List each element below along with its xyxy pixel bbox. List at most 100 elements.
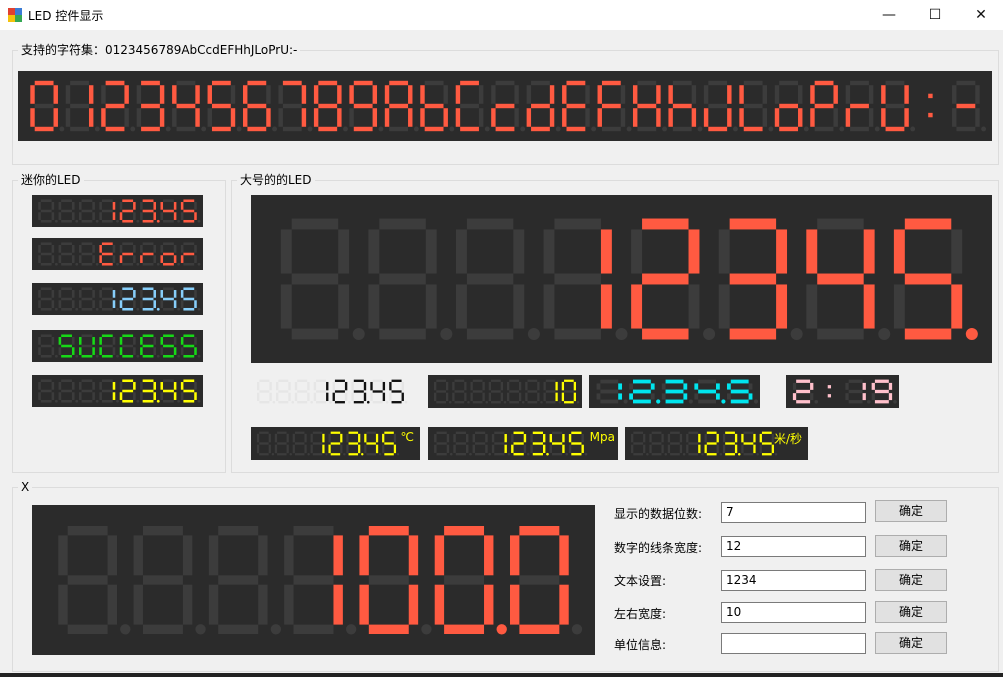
led-digit-3 bbox=[136, 80, 171, 132]
line-width-input[interactable]: 12 bbox=[721, 536, 866, 557]
led-digit-off bbox=[38, 287, 58, 311]
led-digit-off bbox=[58, 242, 79, 266]
led-digit-3 bbox=[351, 379, 370, 404]
led-digit-off bbox=[256, 431, 275, 456]
led-digit-c bbox=[491, 80, 526, 132]
text-setting-label: 文本设置: bbox=[614, 574, 667, 588]
led-digit-5 bbox=[180, 379, 201, 403]
led-digit-1 bbox=[845, 379, 871, 404]
led-digit-off bbox=[507, 379, 525, 404]
led-digit-o bbox=[774, 80, 809, 132]
led-digit-2 bbox=[704, 431, 723, 456]
led-digit-off bbox=[58, 526, 131, 635]
led-digit-off bbox=[294, 379, 313, 404]
maximize-button[interactable]: ☐ bbox=[912, 0, 958, 30]
led-mini3-svg bbox=[38, 287, 201, 311]
text-setting-ok-button[interactable]: 确定 bbox=[875, 569, 947, 591]
led-digit-3 bbox=[530, 431, 549, 456]
led-digit-4 bbox=[160, 287, 181, 311]
led-digit-L bbox=[739, 80, 774, 132]
led-mini-error bbox=[32, 238, 203, 270]
led-digit-5 bbox=[180, 287, 201, 311]
led-digit-r bbox=[180, 242, 201, 266]
led-digit-off bbox=[452, 379, 470, 404]
led-digit-off bbox=[78, 287, 99, 311]
led-digit-1 bbox=[543, 379, 562, 404]
led-digit-0 bbox=[509, 526, 583, 635]
led-cyan-display bbox=[589, 375, 760, 408]
close-button[interactable]: ✕ bbox=[958, 0, 1003, 30]
led-digit-2 bbox=[119, 379, 140, 403]
led-digit-H bbox=[632, 80, 667, 132]
led-digit-5 bbox=[389, 379, 408, 404]
led-digit-off bbox=[78, 379, 99, 403]
led-light-display bbox=[251, 375, 410, 408]
maximize-icon: ☐ bbox=[928, 7, 942, 23]
led-digit-off bbox=[667, 431, 686, 456]
led-digit-C bbox=[455, 80, 490, 132]
led-digit-3 bbox=[140, 287, 160, 311]
led-digit-o bbox=[160, 242, 181, 266]
led-digit-2 bbox=[511, 431, 530, 456]
led-mini5-svg bbox=[38, 379, 201, 403]
led-mpa-display: Mpa bbox=[428, 427, 618, 460]
led-digit-8 bbox=[313, 80, 348, 132]
digits-count-input[interactable]: 7 bbox=[721, 502, 866, 523]
led-digit-off bbox=[58, 287, 79, 311]
led-clock-display bbox=[786, 375, 899, 408]
led-digit-off bbox=[453, 431, 472, 456]
taskbar-edge bbox=[0, 673, 1003, 677]
minimize-button[interactable]: — bbox=[866, 0, 912, 30]
unit-info-label: 单位信息: bbox=[614, 638, 667, 652]
led-big-svg bbox=[280, 218, 978, 341]
led-digit-off bbox=[455, 218, 540, 341]
led-digit-1 bbox=[543, 218, 628, 341]
unit-info-input[interactable] bbox=[721, 633, 866, 654]
digits-count-ok-button[interactable]: 确定 bbox=[875, 500, 947, 522]
led-digit-5 bbox=[893, 218, 978, 341]
led-digit-2 bbox=[119, 287, 140, 311]
lr-width-ok-button[interactable]: 确定 bbox=[875, 601, 947, 623]
led-mini-success bbox=[32, 330, 203, 362]
led-digit-4 bbox=[806, 218, 891, 341]
led-digit-1 bbox=[313, 379, 332, 404]
large-led-group-label: 大号的的LED bbox=[237, 173, 315, 187]
led-digit-2 bbox=[631, 218, 716, 341]
led-digit-9 bbox=[871, 379, 897, 404]
led-digit-1 bbox=[284, 526, 357, 635]
led-digit-5 bbox=[180, 199, 201, 223]
led-cyan-svg bbox=[596, 379, 759, 404]
line-width-ok-button[interactable]: 确定 bbox=[875, 535, 947, 557]
lr-width-input[interactable]: 10 bbox=[721, 602, 866, 623]
led-digit-off bbox=[434, 379, 452, 404]
text-setting-input[interactable]: 1234 bbox=[721, 570, 866, 591]
led-digit-3 bbox=[718, 218, 803, 341]
led-digit-E bbox=[140, 334, 160, 358]
led-digit-off bbox=[525, 379, 543, 404]
led-digit-off bbox=[257, 379, 276, 404]
led-digit-0 bbox=[30, 80, 65, 132]
unit-info-ok-button[interactable]: 确定 bbox=[875, 632, 947, 654]
led-mini-5 bbox=[32, 375, 203, 407]
led-digit-5 bbox=[568, 431, 588, 456]
led-digit-off bbox=[292, 431, 310, 456]
minimize-icon: — bbox=[882, 7, 896, 23]
led-digit-colon bbox=[928, 93, 933, 118]
mpa-unit: Mpa bbox=[589, 430, 615, 444]
led-digit-6 bbox=[243, 80, 277, 132]
led-digit-5 bbox=[207, 80, 242, 132]
led-digit-r bbox=[119, 242, 140, 266]
led-digit-h bbox=[668, 80, 703, 132]
led-digit-S bbox=[160, 334, 181, 358]
led-digit-F bbox=[597, 80, 632, 132]
led-digit-5 bbox=[726, 379, 759, 404]
led-x-display bbox=[32, 505, 595, 655]
led-digit-C bbox=[99, 334, 119, 358]
led-celsius-display: ℃ bbox=[251, 427, 420, 460]
led-big-display bbox=[251, 195, 992, 363]
led-digit-S bbox=[58, 334, 79, 358]
led-digit-off bbox=[488, 379, 507, 404]
led-mini2-svg bbox=[38, 242, 201, 266]
led-digit-- bbox=[952, 80, 987, 132]
led-digit-off bbox=[274, 431, 292, 456]
